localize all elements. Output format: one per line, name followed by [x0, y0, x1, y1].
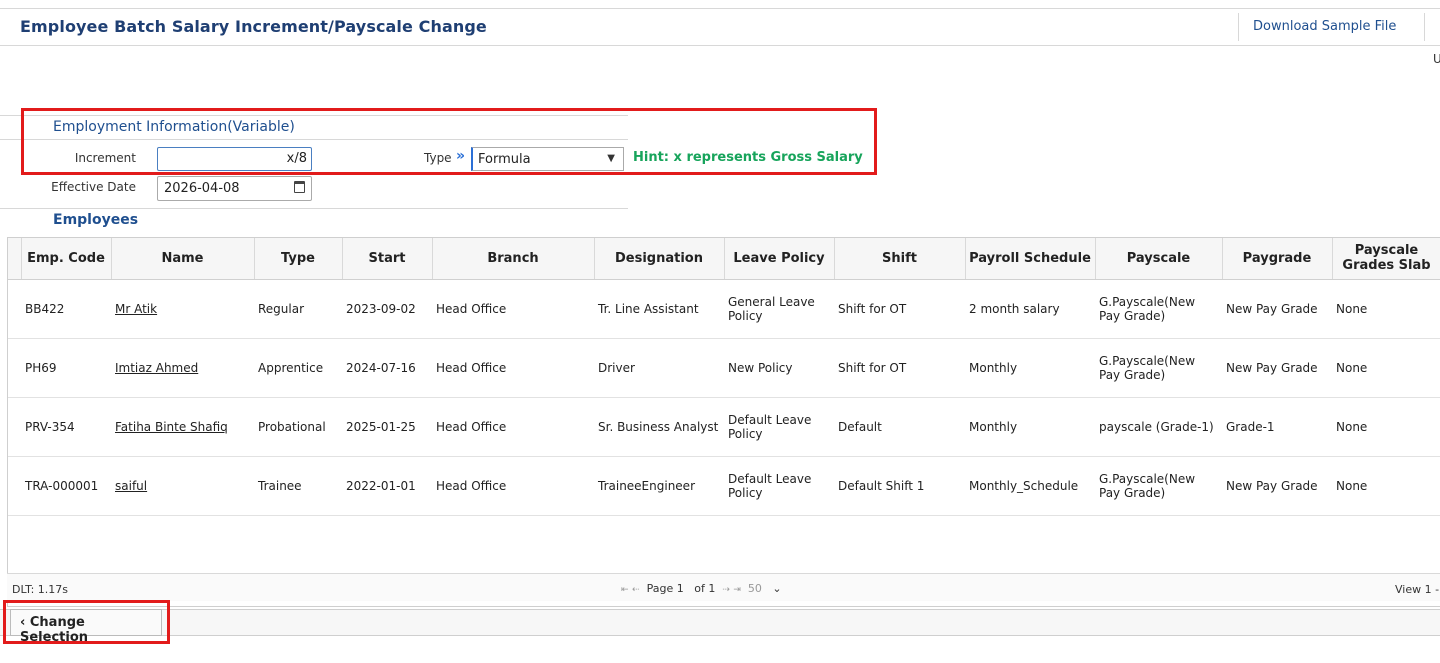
column-header[interactable]: Branch — [432, 238, 595, 280]
bottom-bar — [0, 609, 1440, 636]
cell-paygrade: New Pay Grade — [1222, 456, 1332, 516]
cell-start: 2023-09-02 — [342, 279, 432, 339]
cell-paygrade: New Pay Grade — [1222, 279, 1332, 339]
effective-date-value: 2026-04-08 — [164, 181, 240, 196]
column-header[interactable]: Paygrade — [1222, 238, 1333, 280]
cell-emp-code: PH69 — [21, 338, 111, 398]
cell-payscale: G.Payscale(New Pay Grade) — [1095, 279, 1222, 339]
employee-grid: Emp. Code Name Type Start Branch Designa… — [7, 237, 1440, 607]
row-spacer — [8, 456, 21, 516]
first-page-icon[interactable]: ⇤ — [621, 585, 629, 595]
cell-leave-policy: New Policy — [724, 338, 834, 398]
row-spacer — [8, 338, 21, 398]
page-size-select[interactable]: 50 — [748, 582, 762, 595]
effective-date-label: Effective Date — [51, 180, 136, 194]
effective-date-input[interactable]: 2026-04-08 — [157, 176, 312, 201]
corner-text: U — [1433, 52, 1440, 66]
column-header[interactable]: Payscale — [1095, 238, 1223, 280]
cell-payroll-schedule: Monthly — [965, 397, 1095, 457]
cell-shift: Default — [834, 397, 965, 457]
cell-type: Regular — [254, 279, 342, 339]
cell-payroll-schedule: Monthly — [965, 338, 1095, 398]
cell-start: 2025-01-25 — [342, 397, 432, 457]
cell-payroll-schedule: 2 month salary — [965, 279, 1095, 339]
cell-grades-slab: None — [1332, 338, 1440, 398]
column-header[interactable]: Name — [111, 238, 255, 280]
cell-leave-policy: Default Leave Policy — [724, 456, 834, 516]
row-spacer — [8, 397, 21, 457]
download-sample-file-button[interactable]: Download Sample File — [1238, 13, 1410, 41]
cell-shift: Shift for OT — [834, 279, 965, 339]
view-count-text: View 1 - — [1395, 583, 1440, 596]
table-row[interactable]: PRV-354 Fatiha Binte Shafiq Probational … — [8, 397, 1440, 457]
column-header[interactable]: Payscale Grades Slab — [1332, 238, 1440, 280]
table-row[interactable]: TRA-000001 saiful Trainee 2022-01-01 Hea… — [8, 456, 1440, 516]
section-divider — [0, 208, 628, 209]
grid-footer: DLT: 1.17s ⇤ ⇠ Page 1 of 1 ⇢ ⇥ 50 ⌄ View… — [7, 573, 1440, 601]
cell-name-link[interactable]: saiful — [111, 456, 254, 516]
cell-paygrade: New Pay Grade — [1222, 338, 1332, 398]
cell-start: 2022-01-01 — [342, 456, 432, 516]
cell-designation: TraineeEngineer — [594, 456, 724, 516]
column-header[interactable]: Payroll Schedule — [965, 238, 1096, 280]
column-header[interactable]: Designation — [594, 238, 725, 280]
cell-emp-code: PRV-354 — [21, 397, 111, 457]
cell-payscale: payscale (Grade-1) — [1095, 397, 1222, 457]
column-header[interactable]: Type — [254, 238, 343, 280]
cell-branch: Head Office — [432, 279, 594, 339]
cell-shift: Shift for OT — [834, 338, 965, 398]
column-header-spacer — [8, 238, 22, 280]
page-label: Page 1 — [646, 582, 684, 595]
column-header[interactable]: Start — [342, 238, 433, 280]
cell-branch: Head Office — [432, 338, 594, 398]
cell-branch: Head Office — [432, 397, 594, 457]
cell-payscale: G.Payscale(New Pay Grade) — [1095, 338, 1222, 398]
load-time-text: DLT: 1.17s — [12, 583, 69, 596]
cell-payroll-schedule: Monthly_Schedule — [965, 456, 1095, 516]
cell-name-link[interactable]: Mr Atik — [111, 279, 254, 339]
cell-designation: Driver — [594, 338, 724, 398]
cell-grades-slab: None — [1332, 279, 1440, 339]
employees-title: Employees — [53, 212, 139, 228]
cell-designation: Tr. Line Assistant — [594, 279, 724, 339]
cell-name-link[interactable]: Imtiaz Ahmed — [111, 338, 254, 398]
column-header[interactable]: Emp. Code — [21, 238, 112, 280]
row-spacer — [8, 279, 21, 339]
cell-paygrade: Grade-1 — [1222, 397, 1332, 457]
last-page-icon[interactable]: ⇥ — [733, 585, 741, 595]
cell-type: Trainee — [254, 456, 342, 516]
cell-emp-code: TRA-000001 — [21, 456, 111, 516]
pager: ⇤ ⇠ Page 1 of 1 ⇢ ⇥ 50 ⌄ — [621, 582, 782, 595]
table-row[interactable]: BB422 Mr Atik Regular 2023-09-02 Head Of… — [8, 279, 1440, 339]
table-header-row: Emp. Code Name Type Start Branch Designa… — [8, 238, 1440, 280]
cell-shift: Default Shift 1 — [834, 456, 965, 516]
table-row[interactable]: PH69 Imtiaz Ahmed Apprentice 2024-07-16 … — [8, 338, 1440, 398]
cell-start: 2024-07-16 — [342, 338, 432, 398]
next-page-icon[interactable]: ⇢ — [722, 585, 730, 595]
more-toolbar-button[interactable] — [1424, 13, 1440, 41]
cell-type: Apprentice — [254, 338, 342, 398]
prev-page-icon[interactable]: ⇠ — [632, 585, 640, 595]
calendar-icon[interactable] — [294, 181, 305, 193]
cell-grades-slab: None — [1332, 397, 1440, 457]
cell-type: Probational — [254, 397, 342, 457]
page-of-label: of 1 — [694, 582, 716, 595]
cell-payscale: G.Payscale(New Pay Grade) — [1095, 456, 1222, 516]
cell-name-link[interactable]: Fatiha Binte Shafiq — [111, 397, 254, 457]
cell-emp-code: BB422 — [21, 279, 111, 339]
column-header[interactable]: Leave Policy — [724, 238, 835, 280]
cell-leave-policy: General Leave Policy — [724, 279, 834, 339]
cell-branch: Head Office — [432, 456, 594, 516]
employee-table: Emp. Code Name Type Start Branch Designa… — [8, 238, 1440, 516]
chevron-down-icon[interactable]: ⌄ — [772, 582, 781, 595]
highlight-box-form — [21, 108, 877, 175]
highlight-box-change-selection — [3, 600, 170, 644]
column-header[interactable]: Shift — [834, 238, 966, 280]
cell-grades-slab: None — [1332, 456, 1440, 516]
cell-leave-policy: Default Leave Policy — [724, 397, 834, 457]
top-toolbar: Employee Batch Salary Increment/Payscale… — [0, 8, 1440, 46]
page-title: Employee Batch Salary Increment/Payscale… — [20, 17, 487, 36]
cell-designation: Sr. Business Analyst — [594, 397, 724, 457]
